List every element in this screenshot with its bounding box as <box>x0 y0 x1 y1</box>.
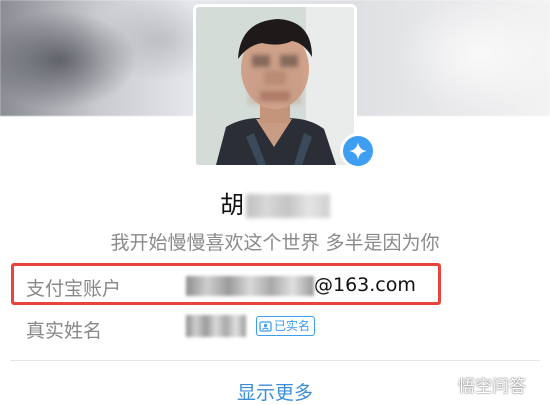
sparkle-star-icon <box>343 136 373 166</box>
avatar[interactable] <box>193 4 357 168</box>
masked-name <box>246 194 330 218</box>
real-name-value <box>186 314 246 337</box>
masked-phone <box>186 275 314 296</box>
verified-badge <box>340 133 376 169</box>
real-name-verified-badge: 已实名 <box>256 316 316 336</box>
profile-name: 胡 <box>0 185 550 219</box>
profile-name-text: 胡 <box>220 191 244 219</box>
id-card-icon <box>259 320 272 332</box>
alipay-suffix: @163.com <box>314 274 416 296</box>
alipay-account-label: 支付宝账户 <box>26 278 122 300</box>
real-name-label: 真实姓名 <box>26 320 103 342</box>
divider <box>10 360 540 361</box>
alipay-account-value: @163.com <box>186 274 416 296</box>
masked-real-name <box>186 314 246 337</box>
wukong-logo-icon <box>433 374 453 394</box>
verified-badge-label: 已实名 <box>274 319 311 333</box>
profile-bio: 我开始慢慢喜欢这个世界 多半是因为你 <box>110 232 440 254</box>
watermark-text: 悟空问答 <box>458 376 526 397</box>
avatar-photo <box>196 7 354 165</box>
watermark: 悟空问答 <box>432 369 526 399</box>
